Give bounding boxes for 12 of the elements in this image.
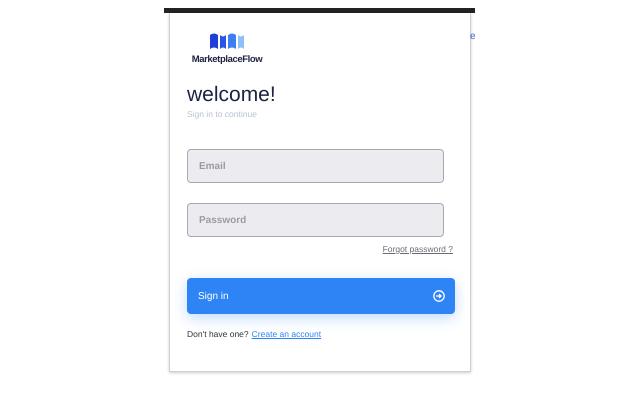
email-field[interactable]: Email <box>187 149 444 183</box>
brand-name: MarketplaceFlow <box>192 54 262 65</box>
forgot-password-link[interactable]: Forgot password ? <box>382 244 453 254</box>
sign-in-icon <box>433 290 445 302</box>
create-account-link[interactable]: Create an account <box>252 329 322 339</box>
subheading: Sign in to continue <box>187 109 257 119</box>
background-text: e <box>470 31 476 42</box>
welcome-heading: welcome! <box>187 83 277 107</box>
footer-text: Don't have one? <box>187 329 249 339</box>
sign-in-button[interactable]: Sign in <box>187 278 455 314</box>
password-field[interactable]: Password <box>187 203 444 237</box>
logo-icon <box>209 32 245 50</box>
